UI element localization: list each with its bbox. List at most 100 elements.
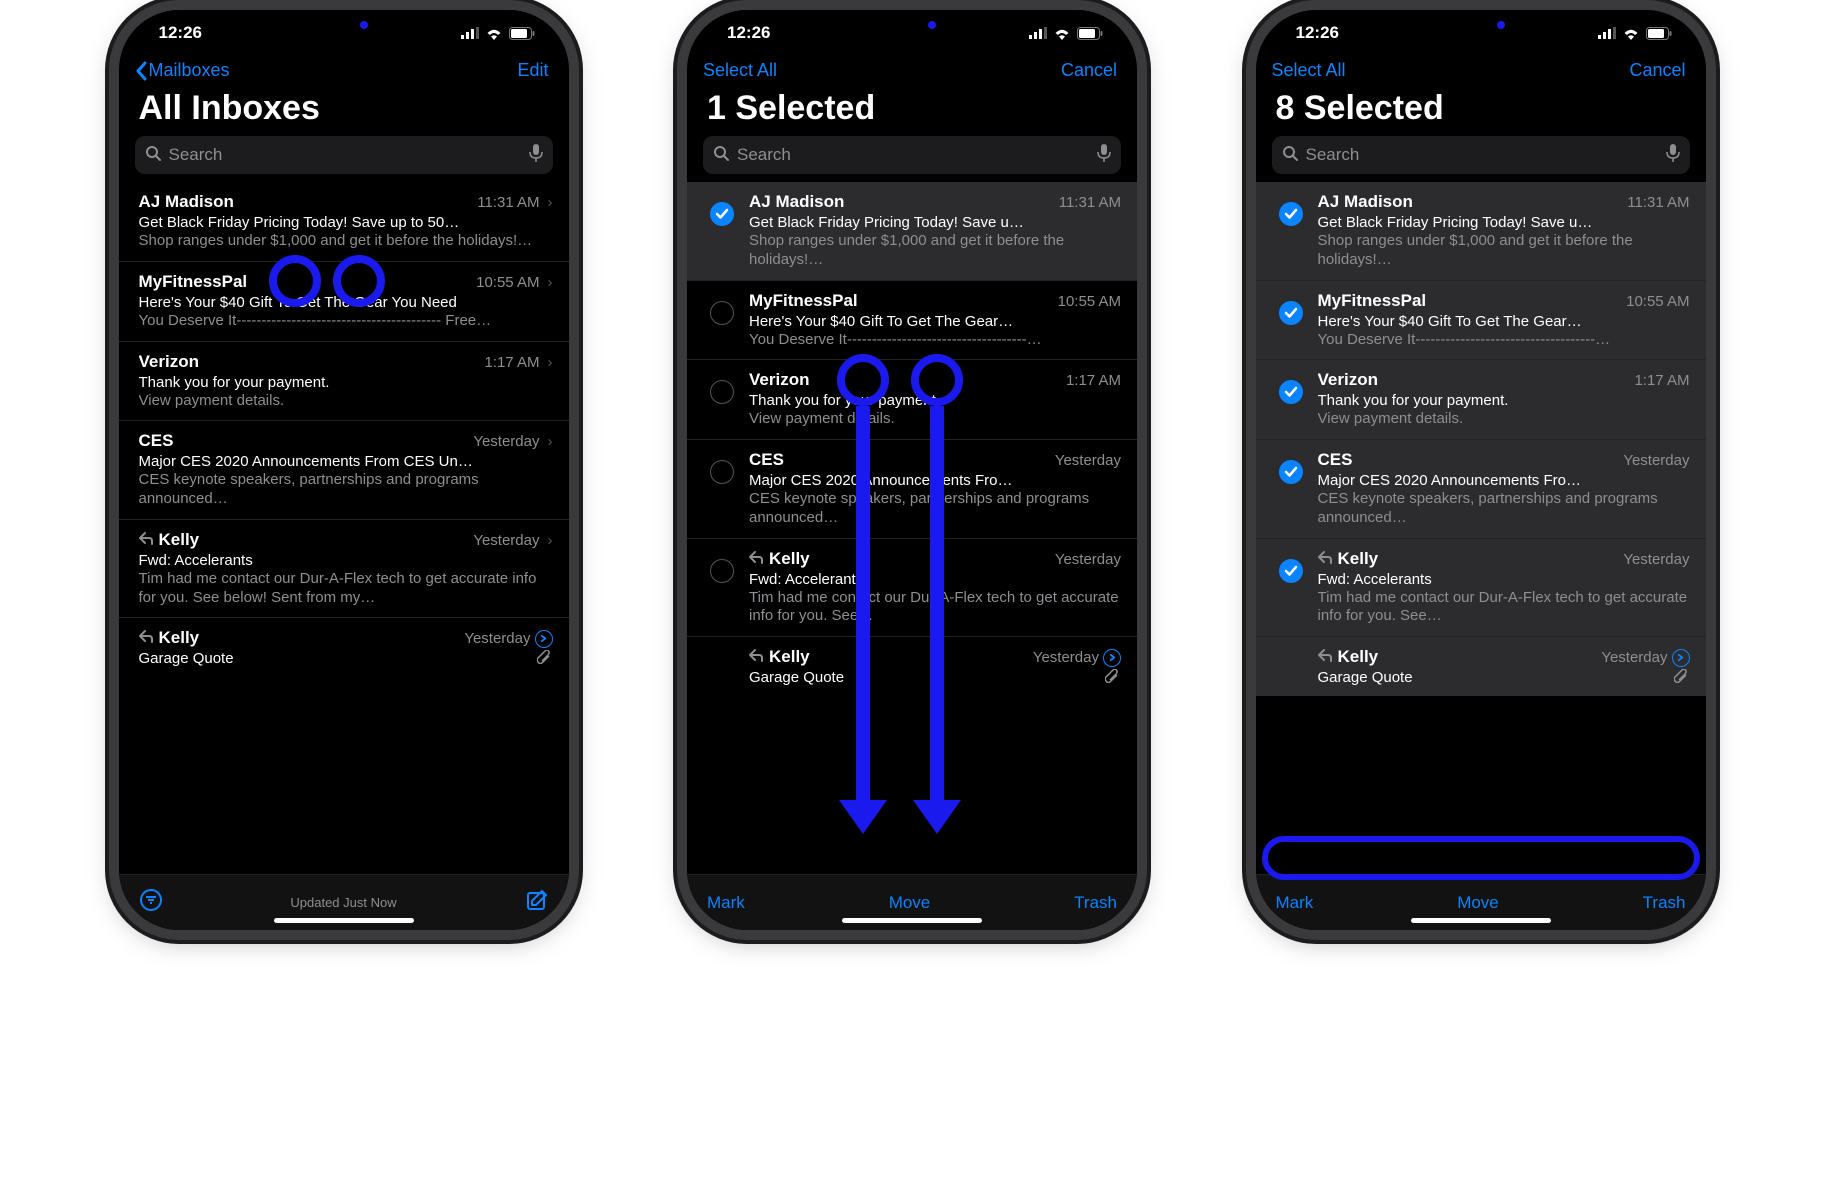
email-row[interactable]: CESYesterday Major CES 2020 Announcement… [1256, 440, 1706, 539]
cancel-button[interactable]: Cancel [1629, 60, 1685, 81]
sender: CES [139, 431, 174, 451]
subject: Major CES 2020 Announcements Fro… [749, 472, 1121, 489]
select-all-button[interactable]: Select All [1272, 60, 1346, 81]
cancel-button[interactable]: Cancel [1061, 60, 1117, 81]
email-row[interactable]: CESYesterday Major CES 2020 Announcement… [687, 440, 1137, 539]
email-row[interactable]: MyFitnessPal10:55 AM Here's Your $40 Gif… [687, 281, 1137, 361]
snippet: CES keynote speakers, partnerships and p… [139, 471, 553, 509]
trash-button[interactable]: Trash [1074, 893, 1117, 913]
phone-1: 12:26 Mailboxes Edit All Inboxes Search [119, 10, 569, 930]
email-row[interactable]: MyFitnessPal10:55 AM Here's Your $40 Gif… [1256, 281, 1706, 361]
subject: Fwd: Accelerants [139, 552, 553, 569]
email-row[interactable]: Verizon1:17 AM› Thank you for your payme… [119, 342, 569, 422]
page-title: All Inboxes [119, 83, 569, 136]
sender: MyFitnessPal [1318, 291, 1427, 311]
notch [244, 10, 444, 40]
email-row[interactable]: AJ Madison11:31 AM› Get Black Friday Pri… [119, 182, 569, 262]
email-time: 1:17 AM [1066, 372, 1121, 389]
snippet: Tim had me contact our Dur-A-Flex tech t… [1318, 589, 1690, 627]
sender: Kelly [1318, 647, 1379, 667]
checkbox-empty-icon[interactable] [710, 301, 734, 325]
mark-button[interactable]: Mark [1276, 893, 1314, 913]
wifi-icon [1053, 27, 1071, 40]
email-row[interactable]: KellyYesterday› Fwd: Accelerants Tim had… [119, 520, 569, 619]
select-all-button[interactable]: Select All [703, 60, 777, 81]
email-row[interactable]: KellyYesterday Fwd: Accelerants Tim had … [1256, 539, 1706, 638]
checkbox-checked-icon[interactable] [1279, 202, 1303, 226]
search-placeholder: Search [737, 145, 791, 165]
email-row[interactable]: KellyYesterday Fwd: Accelerants Tim had … [687, 539, 1137, 638]
home-indicator[interactable] [1411, 918, 1551, 923]
email-row[interactable]: Verizon1:17 AM Thank you for your paymen… [1256, 360, 1706, 440]
sender: Kelly [139, 628, 200, 648]
reply-icon [1318, 647, 1332, 667]
edit-button[interactable]: Edit [517, 60, 548, 81]
battery-icon [1077, 27, 1103, 40]
email-time: Yesterday [473, 532, 539, 549]
home-indicator[interactable] [842, 918, 982, 923]
thread-indicator-icon [535, 630, 553, 648]
checkbox-checked-icon[interactable] [1279, 380, 1303, 404]
email-row[interactable]: AJ Madison11:31 AM Get Black Friday Pric… [1256, 182, 1706, 281]
snippet: View payment details. [1318, 410, 1690, 429]
thread-indicator-icon [1672, 649, 1690, 667]
mic-icon[interactable] [529, 144, 543, 167]
checkbox-checked-icon[interactable] [710, 202, 734, 226]
checkbox-empty-icon[interactable] [710, 380, 734, 404]
email-row[interactable]: KellyYesterday Garage Quote [119, 618, 569, 677]
email-row[interactable]: KellyYesterday Garage Quote [1256, 637, 1706, 696]
trash-button[interactable]: Trash [1643, 893, 1686, 913]
snippet: View payment details. [749, 410, 1121, 429]
email-row[interactable]: CESYesterday› Major CES 2020 Announcemen… [119, 421, 569, 520]
email-list[interactable]: AJ Madison11:31 AM Get Black Friday Pric… [687, 182, 1137, 874]
email-time: Yesterday [1055, 551, 1121, 568]
checkbox-empty-icon[interactable] [710, 559, 734, 583]
sender: Kelly [749, 647, 810, 667]
email-time: 1:17 AM [484, 354, 539, 371]
mark-button[interactable]: Mark [707, 893, 745, 913]
subject: Major CES 2020 Announcements Fro… [1318, 472, 1690, 489]
email-time: 11:31 AM [1627, 194, 1689, 211]
back-button[interactable]: Mailboxes [135, 60, 230, 81]
notch [812, 10, 1012, 40]
email-time: Yesterday [1055, 452, 1121, 469]
search-field[interactable]: Search [135, 136, 553, 174]
checkbox-checked-icon[interactable] [1279, 460, 1303, 484]
mic-icon[interactable] [1666, 144, 1680, 167]
checkbox-empty-icon[interactable] [710, 460, 734, 484]
chevron-left-icon [135, 61, 147, 81]
status-time: 12:26 [1296, 23, 1339, 43]
search-field[interactable]: Search [703, 136, 1121, 174]
phone-2: 12:26 Select All Cancel 1 Selected Searc… [687, 10, 1137, 930]
reply-icon [1318, 549, 1332, 569]
search-field[interactable]: Search [1272, 136, 1690, 174]
sender: AJ Madison [139, 192, 234, 212]
subject: Thank you for your payment. [749, 392, 1121, 409]
back-label: Mailboxes [149, 60, 230, 81]
snippet: Shop ranges under $1,000 and get it befo… [139, 232, 553, 251]
email-list[interactable]: AJ Madison11:31 AM Get Black Friday Pric… [1256, 182, 1706, 874]
email-time: Yesterday [1033, 649, 1099, 666]
subject: Here's Your $40 Gift To Get The Gear You… [139, 294, 553, 311]
move-button[interactable]: Move [1457, 893, 1499, 913]
sender: Verizon [749, 370, 809, 390]
home-indicator[interactable] [274, 918, 414, 923]
checkbox-checked-icon[interactable] [1279, 301, 1303, 325]
email-time: 11:31 AM [1059, 194, 1121, 211]
email-row[interactable]: MyFitnessPal10:55 AM› Here's Your $40 Gi… [119, 262, 569, 342]
email-list[interactable]: AJ Madison11:31 AM› Get Black Friday Pri… [119, 182, 569, 874]
email-time: 10:55 AM [476, 274, 539, 291]
status-time: 12:26 [159, 23, 202, 43]
reply-icon [139, 628, 153, 648]
email-row[interactable]: AJ Madison11:31 AM Get Black Friday Pric… [687, 182, 1137, 281]
email-row[interactable]: KellyYesterday Garage Quote [687, 637, 1137, 696]
mic-icon[interactable] [1097, 144, 1111, 167]
cellular-icon [1029, 27, 1047, 39]
move-button[interactable]: Move [889, 893, 931, 913]
search-placeholder: Search [1306, 145, 1360, 165]
wifi-icon [485, 27, 503, 40]
chevron-right-icon: › [548, 532, 553, 549]
notch [1381, 10, 1581, 40]
checkbox-checked-icon[interactable] [1279, 559, 1303, 583]
email-row[interactable]: Verizon 1:17 AM Thank you for your paymen… [687, 360, 1137, 440]
